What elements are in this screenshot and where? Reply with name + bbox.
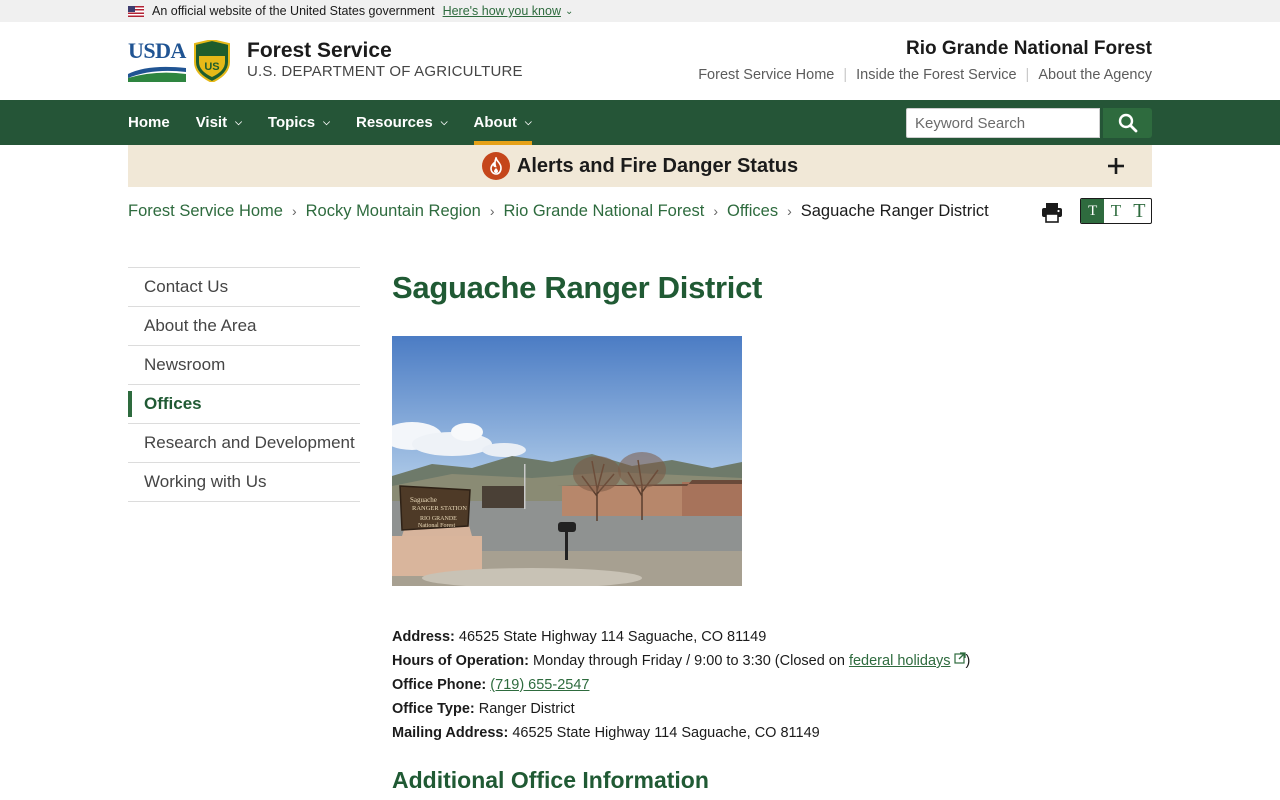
chevron-down-icon: ⌵ (323, 117, 330, 127)
address-row: Address: 46525 State Highway 114 Saguach… (392, 625, 970, 649)
nav-item-visit[interactable]: Visit ⌵ (196, 100, 242, 145)
us-flag-icon (128, 5, 144, 17)
side-nav-item-working-with-us[interactable]: Working with Us (128, 463, 360, 502)
address-value: 46525 State Highway 114 Saguache, CO 811… (458, 629, 767, 645)
text-size-medium-button[interactable]: T (1104, 199, 1127, 223)
chevron-right-icon: › (787, 203, 792, 219)
sign-line-4: National Forest (418, 523, 455, 529)
side-nav: Contact Us About the Area Newsroom Offic… (128, 267, 360, 502)
address-label: Address: (392, 629, 455, 645)
heres-how-you-know-link[interactable]: Here's how you know (443, 4, 561, 18)
alert-title: Alerts and Fire Danger Status (516, 154, 799, 177)
nav-item-label: Resources (355, 114, 433, 131)
hours-label: Hours of Operation: (392, 653, 529, 669)
mailing-address-value: 46525 State Highway 114 Saguache, CO 811… (512, 725, 820, 741)
page-title: Saguache Ranger District (392, 270, 763, 305)
breadcrumb-current: Saguache Ranger District (800, 201, 989, 220)
text-size-large-button[interactable]: T (1128, 199, 1151, 223)
breadcrumb: Forest Service Home › Rocky Mountain Reg… (128, 200, 989, 222)
ranger-station-photo: Saguache RANGER STATION RIO GRANDE Natio… (392, 336, 742, 586)
nav-item-resources[interactable]: Resources ⌵ (356, 100, 448, 145)
gov-banner-text: An official website of the United States… (152, 4, 435, 18)
agency-department: U.S. DEPARTMENT OF AGRICULTURE (247, 63, 523, 80)
sign-line-3: RIO GRANDE (420, 516, 457, 522)
svg-text:US: US (204, 61, 219, 73)
agency-title[interactable]: Forest Service (247, 39, 392, 63)
chevron-down-icon: ⌵ (440, 117, 448, 127)
side-nav-item-about-the-area[interactable]: About the Area (128, 307, 360, 346)
alert-accordion[interactable]: Alerts and Fire Danger Status (128, 145, 1152, 187)
office-type-label: Office Type: (392, 701, 475, 717)
hours-row: Hours of Operation: Monday through Frida… (392, 649, 970, 673)
nav-item-about[interactable]: About ⌵ (473, 100, 532, 145)
top-link-about-agency[interactable]: About the Agency (1038, 67, 1152, 83)
print-icon[interactable] (1040, 200, 1064, 224)
side-nav-item-newsroom[interactable]: Newsroom (128, 346, 360, 385)
hours-close: ) (965, 653, 971, 669)
usda-logo-text: USDA (128, 38, 186, 63)
site-header: USDA US Forest Service U.S. DEPARTMENT O… (0, 22, 1280, 100)
divider: | (1025, 67, 1030, 83)
breadcrumb-rio-grande-national-forest[interactable]: Rio Grande National Forest (504, 202, 705, 221)
divider: | (843, 67, 848, 83)
side-nav-item-research-and-development[interactable]: Research and Development (128, 424, 360, 463)
nav-item-label: Home (128, 114, 170, 131)
chevron-right-icon: › (291, 203, 297, 219)
search-button[interactable] (1103, 108, 1152, 138)
nav-item-topics[interactable]: Topics ⌵ (268, 100, 330, 145)
nav-item-label: Visit (195, 114, 228, 131)
text-size-small-button[interactable]: T (1081, 199, 1105, 223)
plus-icon[interactable] (1104, 154, 1128, 178)
office-type-row: Office Type: Ranger District (392, 697, 970, 721)
mailing-address-row: Mailing Address: 46525 State Highway 114… (392, 721, 970, 745)
main-nav: Home Visit ⌵ Topics ⌵ Resources ⌵ About … (0, 100, 1280, 145)
office-info: Address: 46525 State Highway 114 Saguach… (392, 625, 970, 745)
breadcrumb-forest-service-home[interactable]: Forest Service Home (128, 202, 283, 221)
mailing-address-label: Mailing Address: (392, 725, 509, 741)
federal-holidays-link[interactable]: federal holidays (849, 653, 951, 669)
sign-line-1: Saguache (410, 496, 437, 504)
chevron-down-icon: ⌵ (524, 117, 532, 127)
search-input[interactable] (906, 108, 1100, 138)
office-type-value: Ranger District (478, 701, 575, 717)
search-icon (1118, 113, 1137, 133)
chevron-right-icon: › (489, 203, 495, 219)
top-link-forest-service-home[interactable]: Forest Service Home (698, 67, 834, 83)
usda-logo[interactable]: USDA (128, 40, 186, 82)
nav-items: Home Visit ⌵ Topics ⌵ Resources ⌵ About … (128, 100, 558, 145)
phone-row: Office Phone: (719) 655-2547 (392, 673, 970, 697)
chevron-down-icon[interactable]: ⌄ (565, 6, 573, 17)
external-link-icon (953, 652, 966, 664)
nav-item-label: Topics (267, 114, 316, 131)
forest-service-shield-icon[interactable]: US (193, 40, 231, 82)
side-nav-item-contact-us[interactable]: Contact Us (128, 268, 360, 307)
gov-banner: An official website of the United States… (0, 0, 1280, 22)
breadcrumb-offices[interactable]: Offices (727, 202, 778, 221)
top-link-inside-forest-service[interactable]: Inside the Forest Service (856, 67, 1016, 83)
forest-name[interactable]: Rio Grande National Forest (906, 38, 1152, 60)
chevron-down-icon: ⌵ (235, 117, 242, 127)
additional-info-heading: Additional Office Information (392, 767, 709, 793)
text-size-selector: T T T (1080, 198, 1152, 224)
sign-line-2: RANGER STATION (412, 505, 467, 512)
chevron-right-icon: › (713, 203, 719, 219)
side-nav-item-offices[interactable]: Offices (128, 385, 360, 424)
hours-value: Monday through Friday / 9:00 to 3:30 (Cl… (532, 653, 845, 669)
phone-link[interactable]: (719) 655-2547 (490, 677, 589, 693)
usda-swoosh-icon (128, 66, 186, 82)
phone-label: Office Phone: (392, 677, 487, 693)
nav-item-home[interactable]: Home (128, 100, 170, 145)
breadcrumb-rocky-mountain-region[interactable]: Rocky Mountain Region (306, 202, 481, 221)
fire-icon (481, 152, 510, 180)
nav-item-label: About (473, 114, 517, 131)
top-links: Forest Service Home | Inside the Forest … (698, 67, 1152, 83)
